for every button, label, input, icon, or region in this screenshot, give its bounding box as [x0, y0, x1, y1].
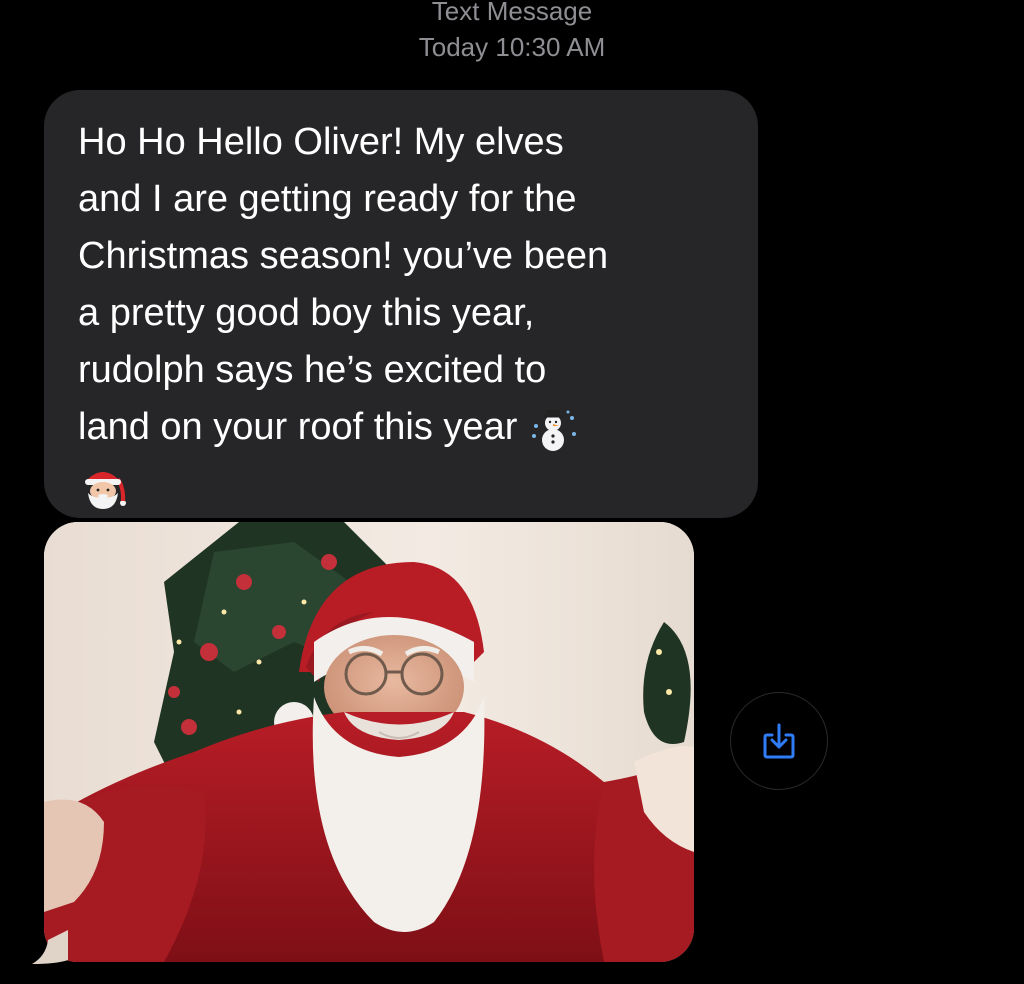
- save-download-icon: [763, 723, 795, 759]
- santa-photo-attachment[interactable]: [44, 522, 694, 962]
- message-line: Christmas season! you’ve been: [78, 235, 609, 277]
- incoming-message-bubble[interactable]: Ho Ho Hello Oliver! My elves and I are g…: [44, 90, 758, 518]
- timestamp-label: Today 10:30 AM: [418, 32, 606, 62]
- santa-icon: [78, 461, 128, 511]
- message-line: land on your roof this year: [78, 406, 518, 448]
- message-line: Ho Ho Hello Oliver! My elves: [78, 121, 564, 163]
- message-text: Ho Ho Hello Oliver! My elves and I are g…: [78, 114, 728, 513]
- santa-photo: [44, 522, 694, 962]
- message-line: and I are getting ready for the: [78, 178, 577, 220]
- service-label: Text Message: [431, 0, 593, 26]
- bubble-tail: [32, 930, 68, 964]
- message-line: a pretty good boy this year,: [78, 292, 535, 334]
- snowman-icon: [528, 404, 578, 454]
- message-thread: Text Message Today 10:30 AM Ho Ho Hello …: [0, 0, 1024, 984]
- save-attachment-button[interactable]: [730, 692, 828, 790]
- message-line: rudolph says he’s excited to: [78, 349, 547, 391]
